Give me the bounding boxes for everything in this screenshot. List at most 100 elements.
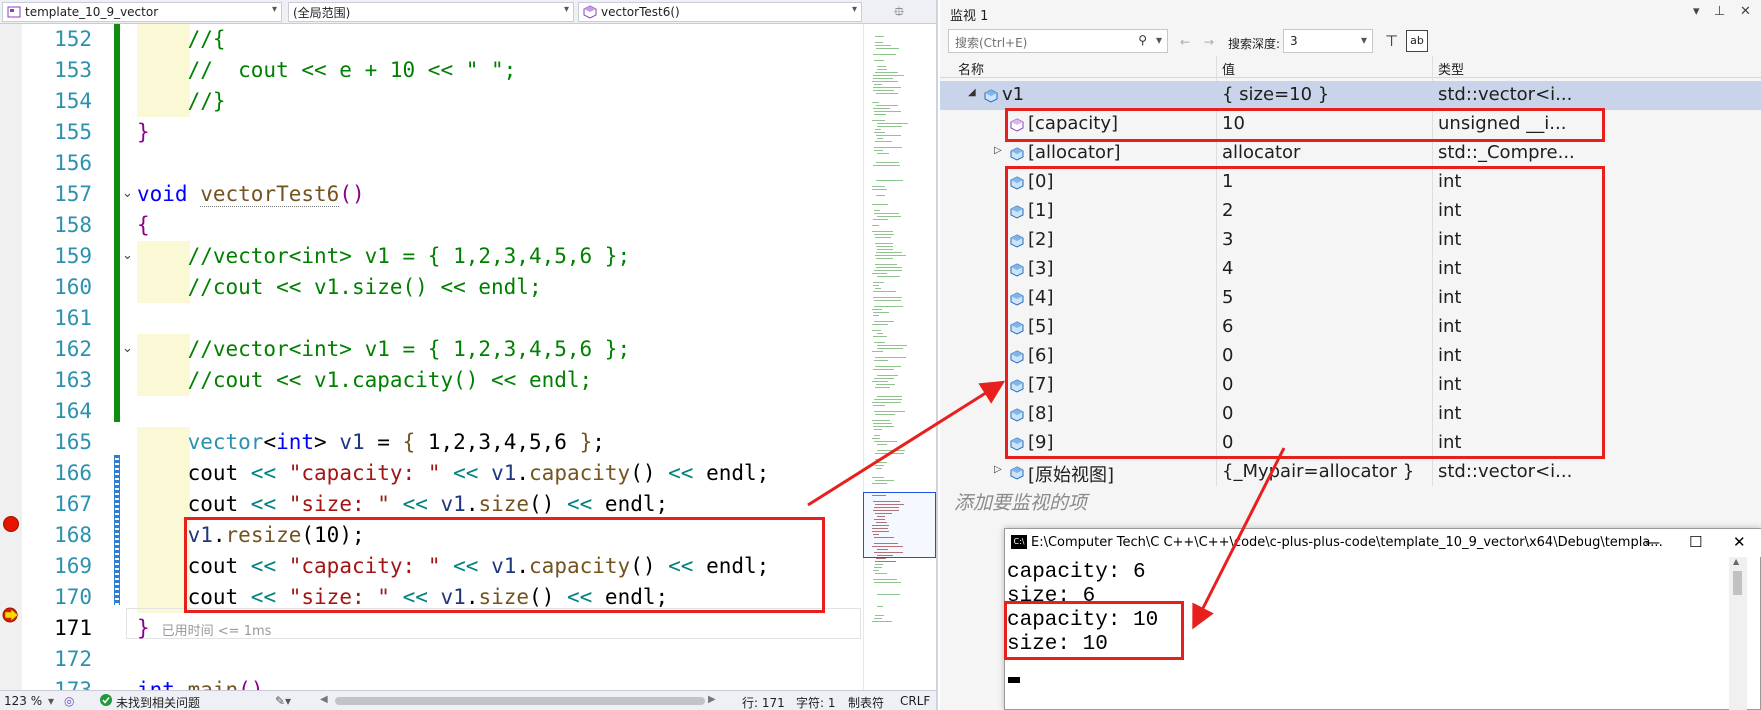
forward-arrow-icon[interactable]: → bbox=[1204, 35, 1214, 49]
eol-indicator[interactable]: CRLF bbox=[900, 694, 930, 708]
chevron-down-icon: ▾ bbox=[563, 4, 569, 15]
expand-icon[interactable]: ▷ bbox=[994, 145, 1002, 156]
search-icon[interactable]: ⚲ bbox=[1138, 33, 1147, 47]
code-line-158[interactable]: { bbox=[137, 210, 150, 241]
code-line-163[interactable]: //cout << v1.capacity() << endl; bbox=[137, 365, 593, 396]
minimize-icon[interactable]: — bbox=[1645, 533, 1660, 551]
fold-collapse-icon[interactable]: ⌄ bbox=[122, 341, 133, 356]
window-options-icon[interactable]: ▾ bbox=[1693, 4, 1700, 19]
close-icon[interactable]: ✕ bbox=[1733, 533, 1746, 551]
minimap-code-line bbox=[875, 45, 891, 46]
watch-row[interactable]: ▷ [allocator] allocator std::_Compre... bbox=[940, 139, 1761, 168]
minimap-code-line bbox=[873, 78, 893, 79]
minimap-code-line bbox=[877, 375, 898, 376]
code-line-152[interactable]: //{ bbox=[137, 24, 226, 55]
hex-display-icon[interactable]: ab bbox=[1406, 30, 1428, 52]
fold-collapse-icon[interactable]: ⌄ bbox=[122, 186, 133, 201]
pin-to-source-icon[interactable]: ⊤ bbox=[1385, 32, 1398, 50]
minimap-code-line bbox=[873, 336, 887, 337]
line-number: 162 bbox=[54, 337, 92, 361]
copilot-icon[interactable]: ◎ bbox=[64, 694, 74, 708]
expand-icon[interactable]: ▷ bbox=[994, 464, 1002, 475]
highlight-capacity-row bbox=[1005, 108, 1605, 142]
indicator-margin[interactable] bbox=[0, 24, 22, 690]
minimap-code-line bbox=[876, 48, 899, 49]
code-line-162[interactable]: //vector<int> v1 = { 1,2,3,4,5,6 }; bbox=[137, 334, 631, 365]
scope-dropdown[interactable]: (全局范围) ▾ bbox=[288, 2, 574, 22]
chevron-down-icon[interactable]: ▾ bbox=[48, 694, 54, 708]
tabs-indicator[interactable]: 制表符 bbox=[848, 694, 884, 710]
project-icon bbox=[7, 5, 21, 19]
scroll-right-icon[interactable]: ▶ bbox=[708, 694, 716, 705]
line-indicator[interactable]: 行: 171 bbox=[742, 694, 785, 710]
maximize-icon[interactable]: ☐ bbox=[1689, 533, 1702, 551]
close-icon[interactable]: ✕ bbox=[1740, 4, 1751, 19]
watch-row[interactable]: ▷ [原始视图] {_Mypair=allocator } std::vector<i… bbox=[940, 458, 1761, 487]
search-depth-select[interactable]: 3 ▾ bbox=[1283, 29, 1373, 53]
watch-row[interactable]: ◢ v1 { size=10 } std::vector<i... bbox=[940, 81, 1761, 110]
chevron-down-icon[interactable]: ▾ bbox=[1361, 33, 1367, 47]
code-line-154[interactable]: //} bbox=[137, 86, 226, 117]
add-watch-hint[interactable]: 添加要监视的项 bbox=[954, 488, 1087, 515]
minimap-code-line bbox=[873, 570, 879, 571]
code-line-159[interactable]: //vector<int> v1 = { 1,2,3,4,5,6 }; bbox=[137, 241, 631, 272]
back-arrow-icon[interactable]: ← bbox=[1180, 35, 1190, 49]
minimap-code-line bbox=[875, 357, 906, 358]
minimap-code-line bbox=[875, 465, 884, 466]
cleanup-brush-icon[interactable]: ✎▾ bbox=[275, 694, 291, 708]
minimap-code-line bbox=[875, 237, 891, 238]
code-line-171[interactable]: } 已用时间 <= 1ms bbox=[137, 613, 271, 644]
code-line-155[interactable]: } bbox=[137, 117, 150, 148]
watch-value[interactable]: {_Mypair=allocator } bbox=[1222, 461, 1414, 482]
split-window-icon[interactable]: ⯐ bbox=[890, 3, 908, 21]
minimap-code-line bbox=[874, 132, 885, 133]
code-line-166[interactable]: cout << "capacity: " << v1.capacity() <<… bbox=[137, 458, 770, 489]
minimap-code-line bbox=[875, 573, 887, 574]
code-minimap[interactable] bbox=[863, 24, 936, 690]
watch-search-input[interactable]: 搜索(Ctrl+E) ⚲ ▾ bbox=[948, 29, 1168, 53]
minimap-code-line bbox=[872, 189, 887, 190]
expanded-icon[interactable]: ◢ bbox=[968, 87, 976, 98]
fold-collapse-icon[interactable]: ⌄ bbox=[122, 248, 133, 263]
minimap-code-line bbox=[873, 75, 904, 76]
scroll-up-icon[interactable]: ▲ bbox=[1733, 557, 1739, 566]
chevron-down-icon: ▾ bbox=[851, 4, 857, 15]
function-dropdown[interactable]: vectorTest6() ▾ bbox=[578, 2, 862, 22]
watch-value[interactable]: { size=10 } bbox=[1222, 84, 1329, 105]
console-scroll-thumb[interactable] bbox=[1733, 571, 1742, 595]
col-type[interactable]: 类型 bbox=[1438, 59, 1464, 78]
minimap-code-line bbox=[872, 420, 890, 421]
minimap-code-line bbox=[873, 219, 888, 220]
code-line-160[interactable]: //cout << v1.size() << endl; bbox=[137, 272, 542, 303]
minimap-code-line bbox=[874, 582, 901, 583]
minimap-code-line bbox=[877, 594, 900, 595]
issues-status[interactable]: 未找到相关问题 bbox=[116, 694, 200, 710]
console-scrollbar[interactable]: ▲ bbox=[1729, 557, 1747, 710]
horizontal-scrollbar-thumb[interactable] bbox=[335, 697, 705, 705]
breakpoint-icon[interactable] bbox=[3, 516, 19, 532]
minimap-code-line bbox=[874, 378, 894, 379]
col-name[interactable]: 名称 bbox=[958, 59, 984, 78]
code-line-157[interactable]: void vectorTest6() bbox=[137, 179, 365, 210]
scroll-left-icon[interactable]: ◀ bbox=[320, 694, 328, 705]
highlight-elements bbox=[1005, 166, 1605, 459]
search-depth-label: 搜索深度: bbox=[1228, 37, 1281, 51]
minimap-code-line bbox=[877, 396, 902, 397]
line-number: 160 bbox=[54, 275, 92, 299]
chevron-down-icon[interactable]: ▾ bbox=[1156, 33, 1162, 47]
minimap-code-line bbox=[877, 345, 907, 346]
project-dropdown[interactable]: template_10_9_vector ▾ bbox=[2, 2, 282, 22]
code-line-167[interactable]: cout << "size: " << v1.size() << endl; bbox=[137, 489, 669, 520]
zoom-level[interactable]: 123 % bbox=[4, 694, 42, 708]
char-indicator[interactable]: 字符: 1 bbox=[796, 694, 836, 710]
code-line-165[interactable]: vector<int> v1 = { 1,2,3,4,5,6 }; bbox=[137, 427, 605, 458]
pin-icon[interactable]: ⊥ bbox=[1714, 4, 1725, 19]
code-line-153[interactable]: // cout << e + 10 << " "; bbox=[137, 55, 517, 86]
minimap-code-line bbox=[877, 276, 900, 277]
minimap-code-line bbox=[874, 441, 897, 442]
watch-value[interactable]: allocator bbox=[1222, 142, 1300, 163]
minimap-code-line bbox=[873, 285, 879, 286]
line-number: 157 bbox=[54, 182, 92, 206]
col-value[interactable]: 值 bbox=[1222, 59, 1235, 78]
minimap-viewport[interactable] bbox=[863, 492, 936, 558]
